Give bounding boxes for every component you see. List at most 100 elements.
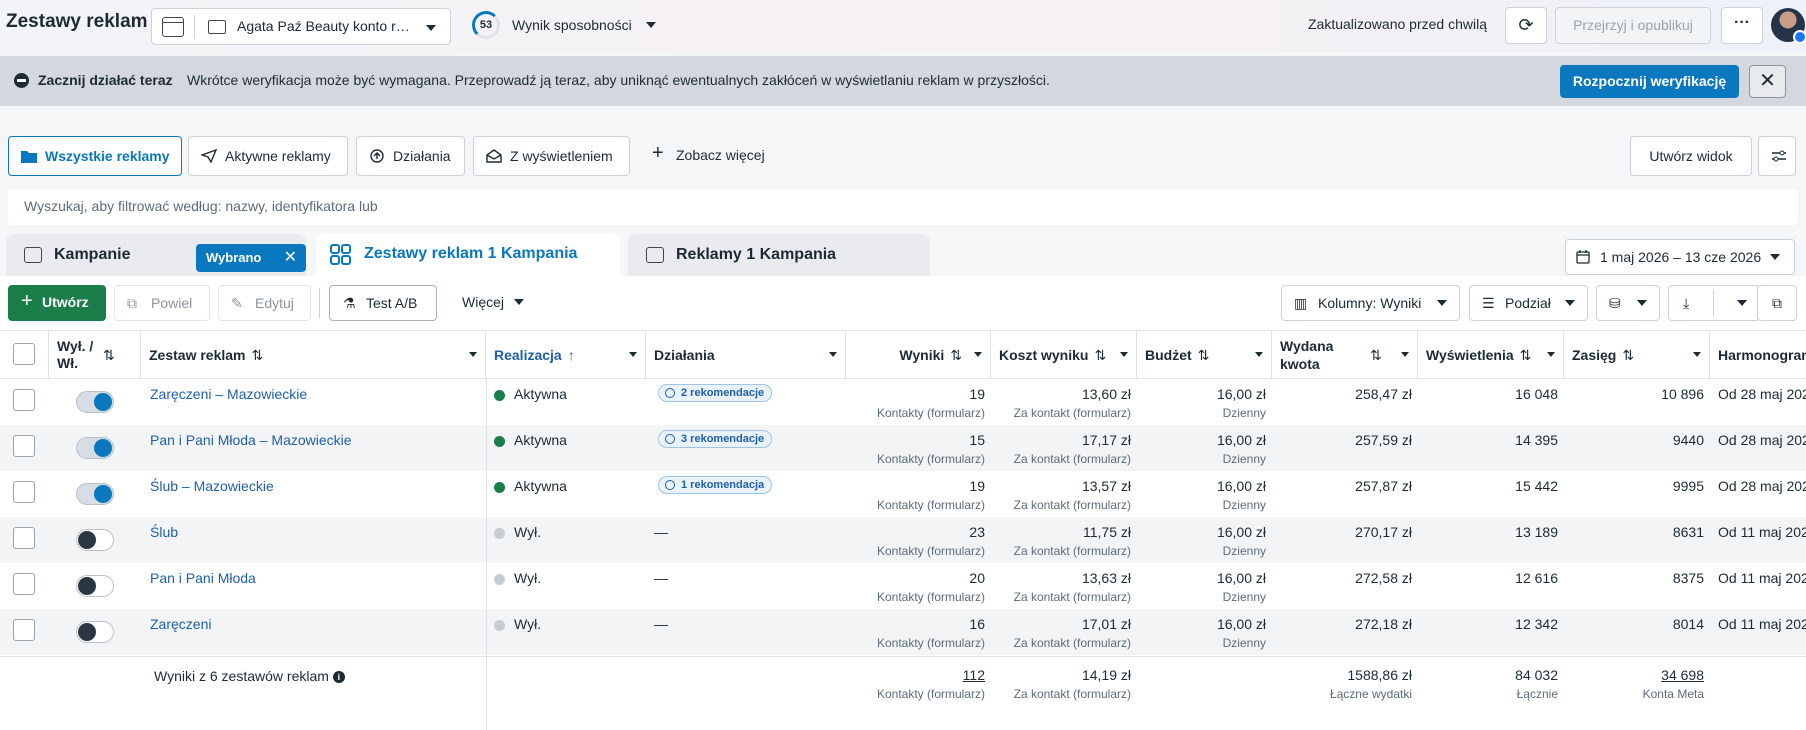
chevron-down-icon[interactable] xyxy=(1693,352,1701,357)
sort-icon[interactable]: ⇅ xyxy=(950,347,962,364)
table-row[interactable]: Ślub Wył. — 23 Kontakty (formularz) 11,75 zł Z… xyxy=(0,517,1806,563)
row-toggle[interactable] xyxy=(76,529,114,551)
row-checkbox[interactable] xyxy=(13,435,35,457)
columns-dropdown[interactable]: ▥ Kolumny: Wyniki xyxy=(1281,285,1460,321)
row-toggle[interactable] xyxy=(76,621,114,643)
row-toggle[interactable] xyxy=(76,483,114,505)
col-cost[interactable]: Koszt wyniku ⇅ xyxy=(991,331,1137,379)
col-impressions[interactable]: Wyświetlenia ⇅ xyxy=(1418,331,1564,379)
row-toggle[interactable] xyxy=(76,575,114,597)
create-button[interactable]: Utwórz xyxy=(8,284,106,321)
refresh-button[interactable]: ⟳ xyxy=(1505,7,1547,44)
view-settings-button[interactable] xyxy=(1758,136,1796,176)
create-view-button[interactable]: Utwórz widok xyxy=(1630,136,1752,176)
more-options-button[interactable]: ··· xyxy=(1721,7,1763,44)
expand-button[interactable]: ⧉ xyxy=(1757,285,1797,321)
tab-adsets[interactable]: Zestawy reklam 1 Kampania xyxy=(316,233,620,276)
adset-name-link[interactable]: Ślub – Mazowieckie xyxy=(150,478,274,494)
date-range-picker[interactable]: 1 maj 2026 – 13 cze 2026 xyxy=(1565,239,1795,275)
totals-results[interactable]: 112 xyxy=(846,667,985,683)
col-schedule[interactable]: Harmonogram xyxy=(1710,331,1806,379)
table-row[interactable]: Pan i Pani Młoda Wył. — 20 Kontakty (formula… xyxy=(0,563,1806,609)
expand-icon: ⧉ xyxy=(1772,295,1782,311)
table-row[interactable]: Zaręczeni Wył. — 16 Kontakty (formularz) 17,0… xyxy=(0,609,1806,655)
edit-button[interactable]: ✎ Edytuj xyxy=(218,285,311,321)
opportunity-score-label[interactable]: Wynik sposobności xyxy=(512,17,632,33)
view-all-ads[interactable]: Wszystkie reklamy xyxy=(8,136,182,176)
reports-dropdown[interactable]: ⛁ xyxy=(1596,285,1660,321)
view-active-ads[interactable]: Aktywne reklamy xyxy=(188,136,348,176)
selected-chip[interactable]: Wybrano 1✕ xyxy=(196,244,306,293)
row-checkbox[interactable] xyxy=(13,389,35,411)
col-spent[interactable]: Wydana kwota ⇅ xyxy=(1272,331,1418,379)
start-verification-button[interactable]: Rozpocznij weryfikację xyxy=(1560,65,1739,98)
sort-icon[interactable]: ⇅ xyxy=(1198,347,1210,364)
adset-name-link[interactable]: Pan i Pani Młoda xyxy=(150,570,256,586)
row-checkbox[interactable] xyxy=(13,573,35,595)
info-icon[interactable]: i xyxy=(332,671,345,683)
ab-test-button[interactable]: ⚗ Test A/B xyxy=(329,285,437,321)
recommendations-badge[interactable]: 3 rekomendacje xyxy=(658,430,773,448)
adset-name-link[interactable]: Zaręczeni xyxy=(150,616,211,632)
account-selector[interactable]: Agata Paź Beauty konto reklamowe xyxy=(151,8,451,45)
col-reach[interactable]: Zasięg ⇅ xyxy=(1564,331,1710,379)
row-toggle[interactable] xyxy=(76,437,114,459)
more-actions-dropdown[interactable]: Więcej xyxy=(456,285,536,321)
sort-icon[interactable]: ⇅ xyxy=(1094,347,1106,364)
review-publish-button[interactable]: Przejrzyj i opublikuj xyxy=(1555,7,1711,44)
col-delivery[interactable]: Realizacja ↑ xyxy=(486,331,646,379)
table-row[interactable]: Ślub – Mazowieckie Aktywna 1 rekomendacja 1… xyxy=(0,471,1806,517)
row-checkbox[interactable] xyxy=(13,527,35,549)
export-dropdown[interactable]: ⤓ xyxy=(1668,285,1760,321)
chevron-down-icon[interactable] xyxy=(829,352,837,357)
see-more-views-button[interactable]: + Zobacz więcej xyxy=(640,136,780,176)
impressions-value: 12 616 xyxy=(1515,570,1558,586)
sort-icon[interactable]: ⇅ xyxy=(103,347,115,364)
col-results[interactable]: Wyniki ⇅ xyxy=(846,331,991,379)
sort-icon[interactable]: ⇅ xyxy=(252,347,264,364)
calendar-icon[interactable] xyxy=(162,17,184,37)
view-actions[interactable]: Działania xyxy=(356,136,465,176)
adset-name-link[interactable]: Ślub xyxy=(150,524,178,540)
chevron-down-icon[interactable] xyxy=(1547,352,1555,357)
close-banner-button[interactable]: ✕ xyxy=(1749,65,1786,98)
chevron-down-icon[interactable] xyxy=(469,352,477,357)
col-name[interactable]: Zestaw reklam ⇅ xyxy=(141,331,486,379)
row-checkbox[interactable] xyxy=(13,619,35,641)
chevron-down-icon[interactable] xyxy=(974,352,982,357)
chevron-down-icon[interactable] xyxy=(646,22,656,28)
row-toggle[interactable] xyxy=(76,391,114,413)
recommendations-badge[interactable]: 2 rekomendacje xyxy=(658,384,773,402)
opportunity-score-gauge[interactable]: 53 xyxy=(472,11,500,39)
sort-icon[interactable]: ⇅ xyxy=(1370,347,1382,364)
chevron-down-icon[interactable] xyxy=(1255,352,1263,357)
table-row[interactable]: Zaręczeni – Mazowieckie Aktywna 2 rekomend… xyxy=(0,379,1806,425)
row-checkbox[interactable] xyxy=(13,481,35,503)
view-with-impressions[interactable]: Z wyświetleniem xyxy=(473,136,630,176)
sort-up-icon[interactable]: ↑ xyxy=(568,347,575,363)
recommendations-badge[interactable]: 1 rekomendacja xyxy=(658,476,773,494)
col-actions[interactable]: Działania xyxy=(646,331,846,379)
close-icon[interactable]: ✕ xyxy=(284,244,297,272)
facebook-icon xyxy=(1793,30,1806,44)
totals-reach[interactable]: 34 698 xyxy=(1564,667,1704,683)
chevron-down-icon[interactable] xyxy=(1401,352,1409,357)
col-toggle[interactable]: Wył. / Wł. ⇅ xyxy=(49,331,141,379)
tab-ads[interactable]: Reklamy 1 Kampania xyxy=(628,234,930,276)
chevron-down-icon[interactable] xyxy=(629,352,637,357)
chevron-down-icon[interactable] xyxy=(1120,352,1128,357)
tab-campaigns[interactable]: Kampanie Wybrano 1✕ xyxy=(6,234,306,293)
sort-icon[interactable]: ⇅ xyxy=(1520,347,1532,364)
adset-name-link[interactable]: Zaręczeni – Mazowieckie xyxy=(150,386,307,402)
table-row[interactable]: Pan i Pani Młoda – Mazowieckie Aktywna 3 r… xyxy=(0,425,1806,471)
duplicate-button[interactable]: ⧉ Powiel xyxy=(114,285,210,321)
avatar[interactable] xyxy=(1771,8,1806,44)
select-all-checkbox[interactable] xyxy=(13,343,35,365)
sort-icon[interactable]: ⇅ xyxy=(1622,347,1634,364)
breakdown-dropdown[interactable]: ☰ Podział xyxy=(1469,285,1588,321)
spent-value: 270,17 zł xyxy=(1355,524,1412,540)
adset-name-link[interactable]: Pan i Pani Młoda – Mazowieckie xyxy=(150,432,352,448)
status-dot xyxy=(494,436,505,447)
col-budget[interactable]: Budżet ⇅ xyxy=(1137,331,1272,379)
search-input[interactable]: Wyszukaj, aby filtrować według: nazwy, i… xyxy=(8,189,1798,225)
